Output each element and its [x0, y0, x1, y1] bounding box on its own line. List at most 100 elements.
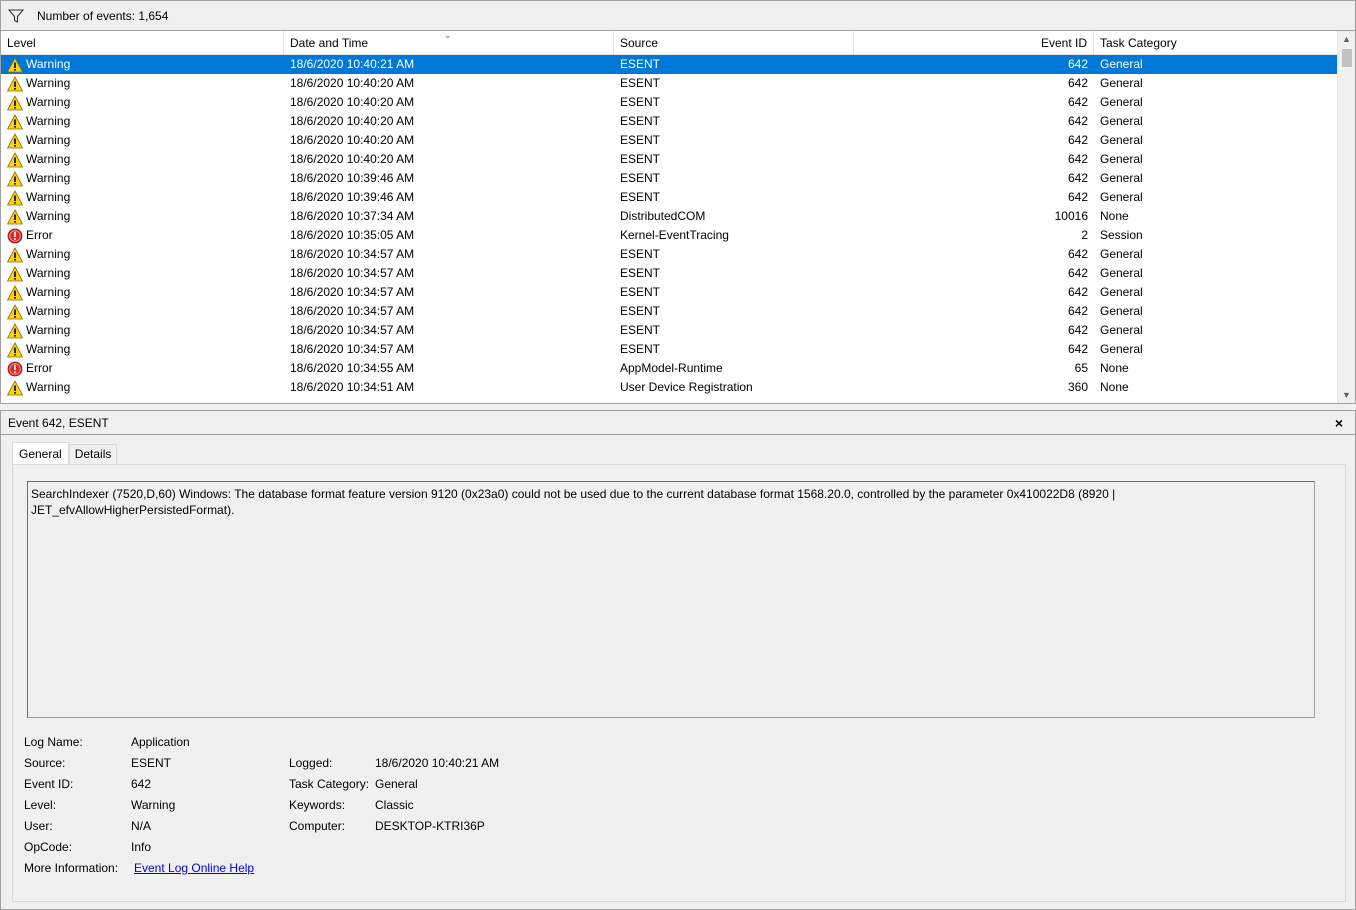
warning-icon: [7, 284, 24, 301]
column-header-task-category[interactable]: Task Category: [1094, 31, 1337, 55]
tab-general[interactable]: General: [12, 442, 69, 464]
table-row[interactable]: Warning 18/6/2020 10:34:57 AM ESENT 642 Gene…: [1, 245, 1337, 264]
table-row[interactable]: Warning 18/6/2020 10:34:57 AM ESENT 642 Gene…: [1, 321, 1337, 340]
column-header-event-id[interactable]: Event ID: [854, 31, 1094, 55]
source-cell: ESENT: [620, 285, 661, 299]
level-cell: Warning: [7, 283, 277, 302]
level-cell: Warning: [7, 340, 277, 359]
level-text: Warning: [26, 247, 71, 261]
date-cell: 18/6/2020 10:34:57 AM: [290, 285, 415, 299]
event-id-cell: 642: [1067, 266, 1088, 280]
table-row[interactable]: Warning 18/6/2020 10:40:21 AM ESENT 642 Gene…: [1, 55, 1337, 74]
scroll-up-arrow-icon[interactable]: ▲: [1338, 31, 1355, 47]
level-text: Warning: [26, 133, 71, 147]
source-cell: ESENT: [620, 114, 661, 128]
date-cell: 18/6/2020 10:34:57 AM: [290, 266, 415, 280]
table-row[interactable]: Warning 18/6/2020 10:34:51 AM User Device …: [1, 378, 1337, 397]
table-row[interactable]: Warning 18/6/2020 10:39:46 AM ESENT 642 Gene…: [1, 188, 1337, 207]
table-row[interactable]: Warning 18/6/2020 10:40:20 AM ESENT 642 Gene…: [1, 150, 1337, 169]
source-cell: ESENT: [620, 247, 661, 261]
level-text: Warning: [26, 285, 71, 299]
level-cell: Error: [7, 226, 277, 245]
event-id-cell: 642: [1067, 247, 1088, 261]
task-category-cell: None: [1100, 209, 1129, 223]
scroll-thumb[interactable]: [1342, 49, 1352, 67]
sort-descending-icon: ⌄: [444, 30, 452, 40]
warning-icon: [7, 75, 24, 92]
tab-details[interactable]: Details: [68, 444, 118, 464]
date-cell: 18/6/2020 10:40:20 AM: [290, 133, 415, 147]
task-category-cell: General: [1100, 323, 1143, 337]
task-category-label: Task Category:: [289, 777, 370, 791]
date-cell: 18/6/2020 10:40:20 AM: [290, 95, 415, 109]
warning-icon: [7, 170, 24, 187]
opcode-label: OpCode:: [24, 840, 73, 854]
level-value: Warning: [131, 798, 176, 812]
level-cell: Warning: [7, 93, 277, 112]
filter-bar: Number of events: 1,654: [0, 0, 1356, 30]
warning-icon: [7, 56, 24, 73]
computer-label: Computer:: [289, 819, 346, 833]
warning-icon: [7, 379, 24, 396]
date-cell: 18/6/2020 10:34:57 AM: [290, 304, 415, 318]
event-detail-pane: Event 642, ESENT × General Details Searc…: [0, 410, 1356, 910]
date-cell: 18/6/2020 10:40:20 AM: [290, 152, 415, 166]
close-icon[interactable]: ×: [1331, 411, 1347, 435]
event-id-cell: 642: [1067, 57, 1088, 71]
level-text: Warning: [26, 380, 71, 394]
task-category-cell: General: [1100, 342, 1143, 356]
table-row[interactable]: Warning 18/6/2020 10:34:57 AM ESENT 642 Gene…: [1, 264, 1337, 283]
level-cell: Warning: [7, 74, 277, 93]
table-row[interactable]: Warning 18/6/2020 10:40:20 AM ESENT 642 Gene…: [1, 74, 1337, 93]
table-row[interactable]: Error 18/6/2020 10:34:55 AM AppModel-Runti…: [1, 359, 1337, 378]
vertical-scrollbar[interactable]: ▲ ▼: [1337, 31, 1355, 403]
table-row[interactable]: Error 18/6/2020 10:35:05 AM Kernel-EventTr…: [1, 226, 1337, 245]
level-cell: Warning: [7, 207, 277, 226]
task-category-cell: None: [1100, 380, 1129, 394]
source-cell: ESENT: [620, 57, 661, 71]
table-row[interactable]: Warning 18/6/2020 10:39:46 AM ESENT 642 Gene…: [1, 169, 1337, 188]
event-id-cell: 642: [1067, 323, 1088, 337]
more-information-label: More Information:: [24, 861, 119, 875]
task-category-cell: General: [1100, 247, 1143, 261]
table-row[interactable]: Warning 18/6/2020 10:34:57 AM ESENT 642 Gene…: [1, 283, 1337, 302]
filter-icon[interactable]: [7, 7, 25, 25]
level-text: Warning: [26, 323, 71, 337]
level-text: Warning: [26, 342, 71, 356]
task-category-cell: General: [1100, 114, 1143, 128]
event-message: SearchIndexer (7520,D,60) Windows: The d…: [31, 487, 1116, 517]
level-cell: Warning: [7, 245, 277, 264]
scroll-down-arrow-icon[interactable]: ▼: [1338, 387, 1355, 403]
level-cell: Warning: [7, 188, 277, 207]
level-text: Warning: [26, 190, 71, 204]
event-id-cell: 642: [1067, 171, 1088, 185]
column-header-source[interactable]: Source: [614, 31, 854, 55]
table-row[interactable]: Warning 18/6/2020 10:40:20 AM ESENT 642 Gene…: [1, 93, 1337, 112]
table-row[interactable]: Warning 18/6/2020 10:34:57 AM ESENT 642 Gene…: [1, 302, 1337, 321]
table-row[interactable]: Warning 18/6/2020 10:37:34 AM DistributedC…: [1, 207, 1337, 226]
source-cell: ESENT: [620, 133, 661, 147]
table-row[interactable]: Warning 18/6/2020 10:34:57 AM ESENT 642 Gene…: [1, 340, 1337, 359]
task-category-cell: Session: [1100, 228, 1143, 242]
event-id-cell: 642: [1067, 190, 1088, 204]
level-text: Warning: [26, 266, 71, 280]
event-message-box[interactable]: SearchIndexer (7520,D,60) Windows: The d…: [27, 481, 1315, 718]
event-id-cell: 10016: [1054, 209, 1088, 223]
date-cell: 18/6/2020 10:39:46 AM: [290, 171, 415, 185]
user-value: N/A: [131, 819, 152, 833]
event-log-online-help-link[interactable]: Event Log Online Help: [134, 860, 254, 876]
table-row[interactable]: Warning 18/6/2020 10:40:20 AM ESENT 642 Gene…: [1, 131, 1337, 150]
source-cell: ESENT: [620, 323, 661, 337]
level-cell: Error: [7, 359, 277, 378]
level-cell: Warning: [7, 150, 277, 169]
level-text: Error: [26, 361, 53, 375]
table-row[interactable]: Warning 18/6/2020 10:40:20 AM ESENT 642 Gene…: [1, 112, 1337, 131]
level-text: Warning: [26, 114, 71, 128]
level-cell: Warning: [7, 169, 277, 188]
detail-title: Event 642, ESENT: [1, 411, 1355, 435]
source-cell: AppModel-Runtime: [620, 361, 723, 375]
column-header-level[interactable]: Level: [1, 31, 284, 55]
level-text: Warning: [26, 171, 71, 185]
task-category-cell: General: [1100, 304, 1143, 318]
task-category-cell: General: [1100, 57, 1143, 71]
